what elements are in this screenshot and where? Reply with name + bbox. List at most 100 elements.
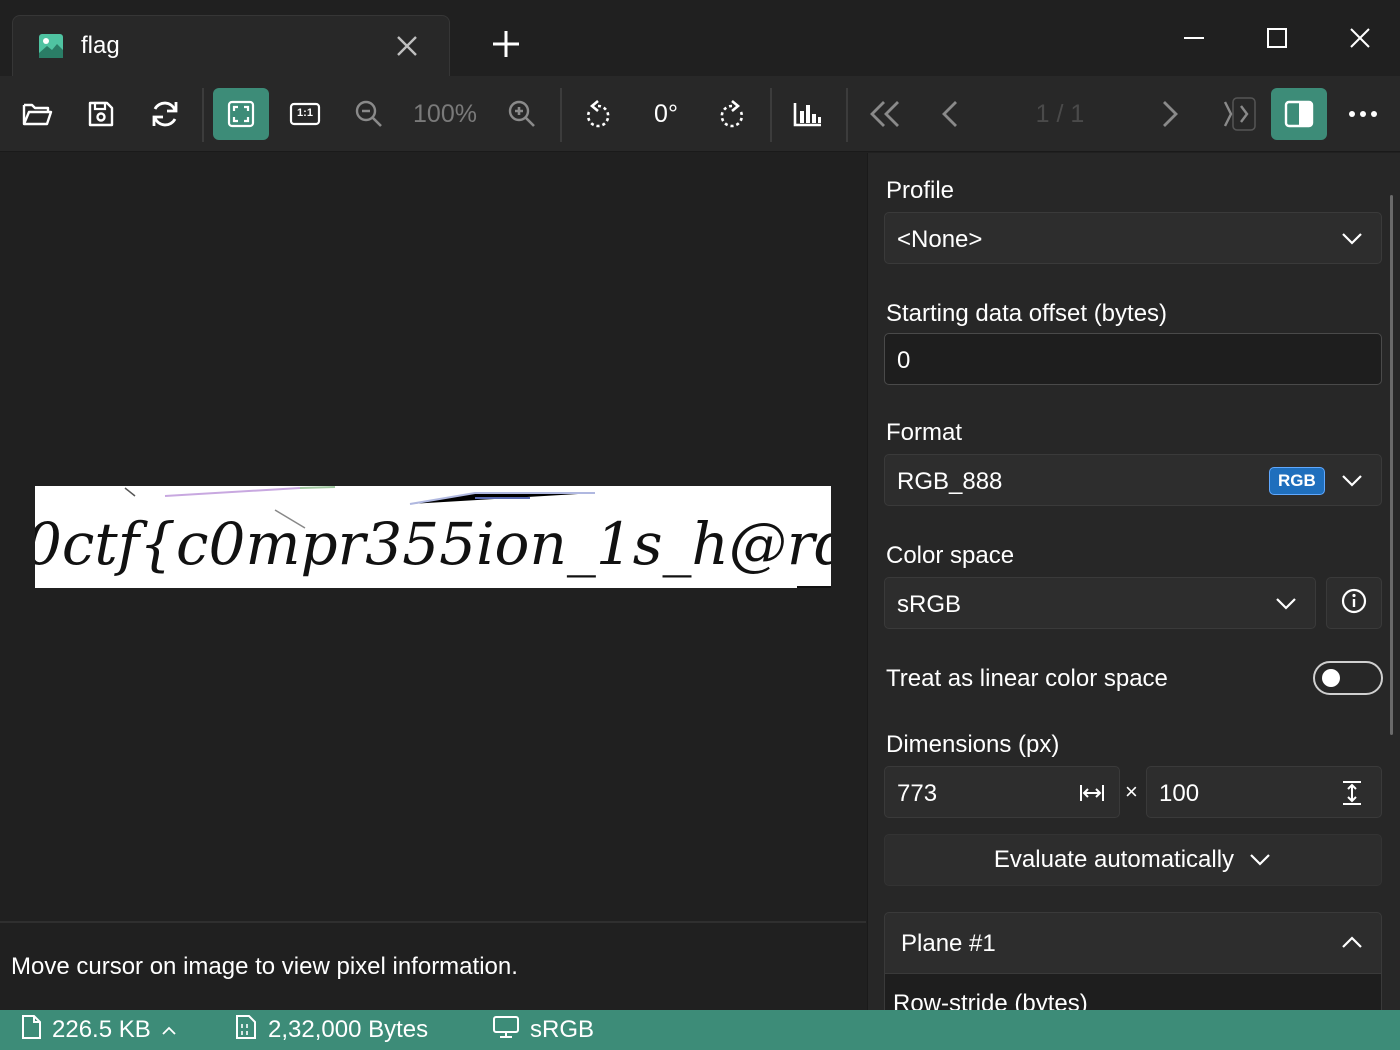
plane-title: Plane #1 [901, 930, 996, 957]
color-profile-item: sRGB [492, 1015, 595, 1046]
chevron-down-icon [1274, 595, 1298, 616]
colorspace-dropdown[interactable]: sRGB [884, 577, 1316, 629]
tab-title: flag [81, 32, 120, 59]
rotate-right-button[interactable] [707, 88, 757, 140]
binary-file-icon [234, 1014, 258, 1047]
next-page-icon [1158, 99, 1182, 129]
last-page-button[interactable] [1212, 88, 1262, 140]
new-tab-icon[interactable] [490, 28, 522, 60]
profile-label: Profile [886, 177, 955, 204]
zoom-out-icon [354, 99, 384, 129]
color-profile-value: sRGB [530, 1016, 595, 1043]
pixel-info-text: Move cursor on image to view pixel infor… [11, 953, 518, 980]
tab-flag[interactable]: flag [12, 15, 450, 76]
file-size-value: 226.5 KB [52, 1016, 151, 1043]
profile-value: <None> [897, 226, 983, 253]
zoom-out-button[interactable] [344, 88, 394, 140]
first-page-icon [868, 99, 902, 129]
dimensions-label: Dimensions (px) [886, 731, 1060, 758]
colorspace-value: sRGB [897, 591, 962, 618]
info-icon [1340, 587, 1368, 620]
height-input[interactable]: 100 [1146, 766, 1382, 818]
toolbar-separator [770, 88, 772, 142]
histogram-icon [792, 99, 824, 129]
actual-size-button[interactable]: 1:1 [280, 88, 330, 140]
width-value: 773 [897, 780, 938, 807]
fit-to-window-button[interactable] [213, 88, 269, 140]
refresh-icon [149, 98, 181, 130]
chevron-down-icon [1340, 472, 1364, 493]
toggle-panel-icon [1284, 100, 1314, 128]
height-value: 100 [1159, 780, 1200, 807]
maximize-icon[interactable] [1257, 20, 1297, 56]
evaluate-automatically-button[interactable]: Evaluate automatically [884, 834, 1382, 886]
profile-dropdown[interactable]: <None> [884, 212, 1382, 264]
evaluate-label: Evaluate automatically [993, 846, 1235, 873]
chevron-up-icon [1340, 935, 1364, 956]
linear-colorspace-toggle[interactable] [1313, 661, 1383, 695]
rotation-value: 0° [654, 99, 678, 128]
minimize-icon[interactable] [1174, 20, 1214, 56]
bytes-value: 2,32,000 Bytes [268, 1016, 429, 1043]
folder-open-icon [21, 99, 53, 129]
chevron-up-icon [161, 1016, 177, 1044]
row-stride-label: Row-stride (bytes) [893, 990, 1088, 1010]
viewer-divider [0, 921, 866, 923]
close-tab-icon[interactable] [393, 32, 421, 60]
colorspace-info-button[interactable] [1326, 577, 1382, 629]
panel-scrollbar[interactable] [1390, 195, 1393, 735]
more-button[interactable] [1338, 88, 1388, 140]
zoom-level[interactable]: 100% [405, 88, 485, 140]
open-button[interactable] [12, 88, 62, 140]
zoom-in-icon [507, 99, 537, 129]
plane-1-header[interactable]: Plane #1 [884, 912, 1382, 974]
image-icon [38, 33, 64, 59]
toggle-knob [1322, 669, 1340, 687]
rotation-value-box[interactable]: 0° [640, 88, 692, 140]
format-dropdown[interactable]: RGB_888 RGB [884, 454, 1382, 506]
offset-value: 0 [897, 347, 911, 374]
format-value: RGB_888 [897, 468, 1003, 495]
actual-size-icon: 1:1 [289, 102, 321, 126]
linear-colorspace-label: Treat as linear color space [886, 665, 1168, 692]
file-size-item[interactable]: 226.5 KB [20, 1014, 177, 1047]
refresh-button[interactable] [140, 88, 190, 140]
page-indicator[interactable]: 1 / 1 [1010, 88, 1110, 140]
decoded-image[interactable]: 0ctf{c0mpr355ion_1s_h@rd} ( [35, 486, 831, 588]
toggle-panel-button[interactable] [1271, 88, 1327, 140]
rotate-left-button[interactable] [573, 88, 623, 140]
actual-size-label: 1:1 [297, 107, 313, 119]
width-auto-icon[interactable] [1079, 783, 1105, 808]
toolbar: 1:1 100% 0° 1 / 1 [0, 76, 1400, 152]
next-page-button[interactable] [1145, 88, 1195, 140]
previous-page-icon [938, 99, 962, 129]
width-input[interactable]: 773 [884, 766, 1120, 818]
rotate-left-icon [583, 98, 613, 130]
last-page-icon [1217, 96, 1257, 132]
more-icon [1348, 110, 1378, 118]
toolbar-separator [846, 88, 848, 142]
offset-label: Starting data offset (bytes) [886, 300, 1168, 327]
status-bar: 226.5 KB 2,32,000 Bytes sRGB [0, 1010, 1400, 1050]
offset-input[interactable]: 0 [884, 333, 1382, 385]
title-bar: flag [0, 0, 1400, 76]
first-page-button[interactable] [860, 88, 910, 140]
dimension-separator: × [1125, 779, 1138, 804]
format-badge: RGB [1269, 467, 1325, 495]
format-label: Format [886, 419, 963, 446]
save-button[interactable] [76, 88, 126, 140]
file-icon [20, 1014, 42, 1047]
bytes-item: 2,32,000 Bytes [234, 1014, 429, 1047]
save-icon [86, 99, 116, 129]
monitor-icon [492, 1015, 520, 1046]
decode-settings-panel: Profile <None> Starting data offset (byt… [867, 153, 1400, 1010]
close-icon[interactable] [1340, 20, 1380, 56]
zoom-value: 100% [413, 99, 477, 128]
image-viewer[interactable]: 0ctf{c0mpr355ion_1s_h@rd} ( Move cursor … [0, 153, 866, 980]
height-auto-icon[interactable] [1341, 780, 1363, 811]
chevron-down-icon [1248, 846, 1272, 874]
previous-page-button[interactable] [925, 88, 975, 140]
zoom-in-button[interactable] [497, 88, 547, 140]
histogram-button[interactable] [782, 88, 834, 140]
toolbar-separator [202, 88, 204, 142]
